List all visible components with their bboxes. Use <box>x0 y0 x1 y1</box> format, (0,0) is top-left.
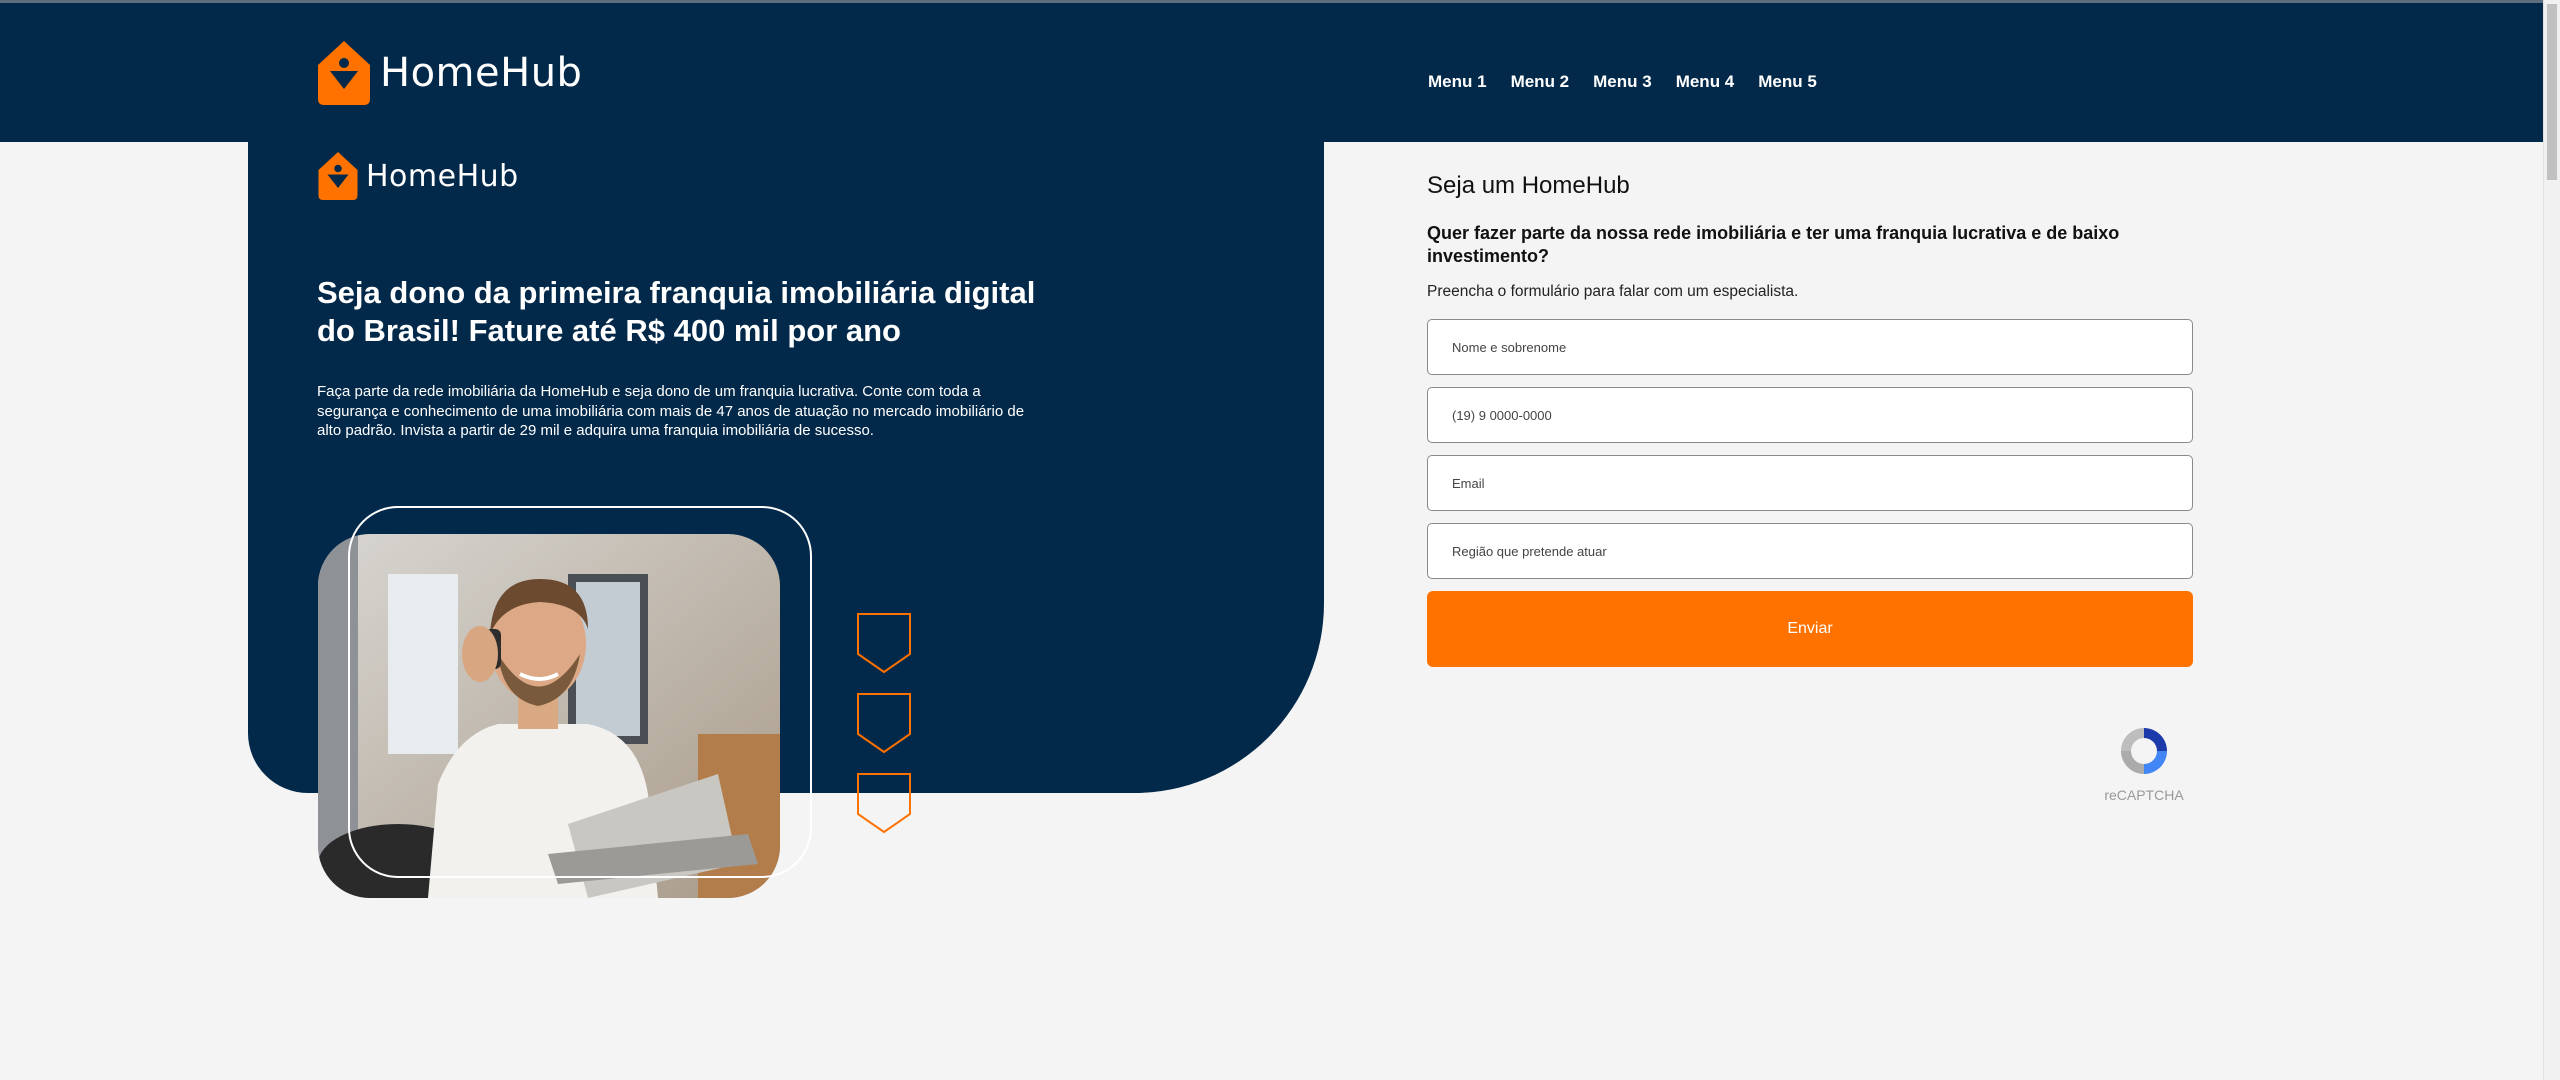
nav-menu-5[interactable]: Menu 5 <box>1758 72 1817 92</box>
nav-menu-4[interactable]: Menu 4 <box>1676 72 1735 92</box>
main-nav: Menu 1 Menu 2 Menu 3 Menu 4 Menu 5 <box>1428 72 1817 92</box>
hero-description: Faça parte da rede imobiliária da HomeHu… <box>317 383 1025 439</box>
nav-menu-1[interactable]: Menu 1 <box>1428 72 1487 92</box>
signup-form: Seja um HomeHub Quer fazer parte da noss… <box>1427 172 2193 667</box>
form-title: Seja um HomeHub <box>1427 172 1630 199</box>
shield-outline-icon <box>857 613 911 674</box>
hero-logo-text: HomeHub <box>366 158 519 194</box>
house-logo-icon <box>318 152 358 200</box>
email-input[interactable]: Email <box>1427 455 2193 511</box>
recaptcha-label: reCAPTCHA <box>2104 787 2184 803</box>
phone-input[interactable]: (19) 9 0000-0000 <box>1427 387 2193 443</box>
name-input[interactable]: Nome e sobrenome <box>1427 319 2193 375</box>
nav-menu-3[interactable]: Menu 3 <box>1593 72 1652 92</box>
hero-logo: HomeHub <box>318 152 519 200</box>
nav-menu-2[interactable]: Menu 2 <box>1511 72 1570 92</box>
form-description: Preencha o formulário para falar com um … <box>1427 283 1799 300</box>
page-scrollbar[interactable] <box>2543 0 2560 1080</box>
submit-button[interactable]: Enviar <box>1427 591 2193 667</box>
recaptcha-widget[interactable]: reCAPTCHA <box>2100 722 2188 803</box>
header-logo[interactable]: HomeHub <box>318 41 582 105</box>
form-subtitle: Quer fazer parte da nossa rede imobiliár… <box>1427 223 2120 266</box>
photo-frame-outline <box>348 506 812 878</box>
shield-outline-icon <box>857 693 911 754</box>
shield-outline-icon <box>857 773 911 834</box>
region-input[interactable]: Região que pretende atuar <box>1427 523 2193 579</box>
recaptcha-icon <box>2121 728 2167 774</box>
house-logo-icon <box>318 41 370 105</box>
scrollbar-thumb[interactable] <box>2547 4 2557 180</box>
header-logo-text: HomeHub <box>380 50 583 96</box>
hero-title: Seja dono da primeira franquia imobiliár… <box>317 275 1036 348</box>
